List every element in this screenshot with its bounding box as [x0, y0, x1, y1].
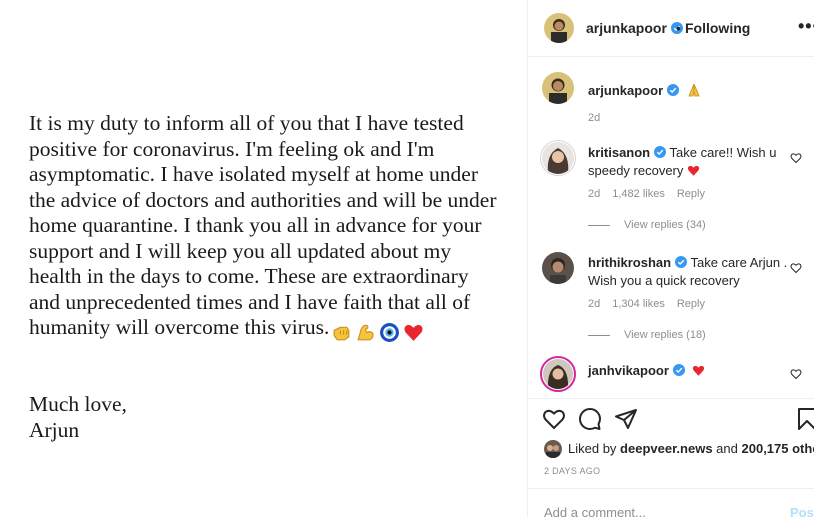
comment-body: janhvikapoor: [588, 362, 788, 380]
comment-likes[interactable]: 1,304 likes: [612, 298, 665, 310]
signature-line-1: Much love,: [29, 392, 127, 416]
view-replies-button[interactable]: View replies (18): [588, 329, 706, 341]
like-comment-heart-icon[interactable]: [790, 368, 802, 380]
red-heart-emoji: [404, 324, 423, 341]
author-username-text[interactable]: arjunkapoor: [586, 20, 667, 36]
comment-avatar[interactable]: [542, 252, 574, 284]
comment-meta: 2d 1,304 likes Reply: [588, 298, 717, 310]
post-timestamp[interactable]: 2 DAYS AGO: [544, 466, 600, 476]
comment-username[interactable]: janhvikapoor: [588, 363, 669, 378]
action-bar: [528, 398, 814, 438]
caption-username[interactable]: arjunkapoor: [588, 83, 663, 98]
author-avatar[interactable]: [544, 13, 574, 43]
comment-time[interactable]: 2d: [588, 188, 600, 200]
caption-time[interactable]: 2d: [588, 112, 600, 124]
like-comment-heart-icon[interactable]: [790, 262, 802, 274]
more-options-icon[interactable]: •••: [798, 16, 814, 37]
post-header: arjunkapoor • Following •••: [528, 0, 814, 57]
signature-line-2: Arjun: [29, 417, 80, 442]
comment-bubble-icon[interactable]: [578, 407, 602, 431]
likes-prefix: Liked by: [568, 441, 617, 456]
view-replies-label[interactable]: View replies (18): [624, 329, 706, 341]
red-heart-emoji: [692, 365, 704, 376]
comment-username[interactable]: kritisanon: [588, 145, 650, 160]
view-replies-line: [588, 334, 610, 336]
flexed-biceps-emoji: [357, 324, 374, 340]
comments-list[interactable]: arjunkapoor 2d kritisanon Take care!! Wi…: [528, 58, 814, 398]
verified-badge-icon: [654, 146, 667, 158]
likes-and: and: [716, 441, 738, 456]
comment-body: hrithikroshan Take care Arjun . Wish you…: [588, 254, 788, 290]
header-separator: •: [676, 20, 681, 36]
emoji-row: [331, 318, 427, 344]
fist-emoji: [334, 326, 350, 340]
comment-reply-button[interactable]: Reply: [677, 188, 705, 200]
liker-username[interactable]: deepveer.news: [620, 441, 713, 456]
likes-summary: Liked by deepveer.news and 200,175 other…: [544, 440, 814, 458]
post-message: It is my duty to inform all of you that …: [29, 111, 499, 344]
view-replies-label[interactable]: View replies (34): [624, 219, 706, 231]
comment-reply-button[interactable]: Reply: [677, 298, 705, 310]
folded-hands-emoji: [688, 83, 700, 97]
post-image: It is my duty to inform all of you that …: [0, 0, 527, 517]
comment-likes[interactable]: 1,482 likes: [612, 188, 665, 200]
post-signature: Much love, Arjun: [29, 392, 329, 443]
post-message-text: It is my duty to inform all of you that …: [29, 111, 497, 339]
view-replies-line: [588, 224, 610, 226]
following-button[interactable]: Following: [685, 20, 750, 36]
share-plane-icon[interactable]: [614, 407, 638, 431]
comment-body: kritisanon Take care!! Wish u speedy rec…: [588, 144, 788, 180]
comment-time[interactable]: 2d: [588, 298, 600, 310]
author-username[interactable]: arjunkapoor: [586, 20, 683, 36]
save-bookmark-icon[interactable]: [795, 407, 814, 431]
verified-badge-icon: [675, 256, 688, 268]
comment-username[interactable]: hrithikroshan: [588, 255, 671, 270]
nazar-amulet-emoji: [380, 322, 400, 342]
comment-avatar[interactable]: [542, 142, 574, 174]
add-comment-bar: Post: [528, 488, 814, 517]
post-side-panel: arjunkapoor • Following ••• arjunkapoor …: [527, 0, 814, 517]
view-replies-button[interactable]: View replies (34): [588, 219, 706, 231]
red-heart-emoji: [687, 165, 700, 176]
verified-badge-icon: [667, 84, 680, 96]
likes-others-count[interactable]: 200,175 others: [742, 441, 814, 456]
add-comment-input[interactable]: [544, 505, 764, 517]
comment-avatar[interactable]: [543, 359, 573, 389]
like-comment-heart-icon[interactable]: [790, 152, 802, 164]
post-comment-button[interactable]: Post: [790, 505, 814, 517]
liker-avatar[interactable]: [544, 440, 562, 458]
verified-badge-icon: [672, 364, 685, 376]
caption-meta: 2d: [588, 112, 612, 124]
like-heart-icon[interactable]: [542, 407, 566, 431]
caption-avatar[interactable]: [542, 72, 574, 104]
caption-body: arjunkapoor: [588, 82, 788, 100]
comment-meta: 2d 1,482 likes Reply: [588, 188, 717, 200]
